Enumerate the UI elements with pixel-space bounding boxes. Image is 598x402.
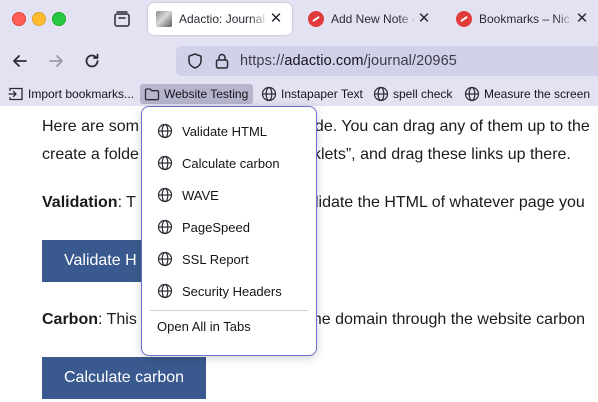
menu-item-label: Validate HTML [182, 123, 268, 139]
bookmark-label: Instapaper Text [281, 87, 363, 101]
bookmark-import[interactable]: Import bookmarks... [8, 84, 134, 104]
menu-item-ssl-report[interactable]: SSL Report [142, 245, 316, 273]
website-testing-folder-menu: Validate HTML Calculate carbon WAVE Page… [141, 106, 317, 356]
bookmark-folder-website-testing[interactable]: Website Testing [140, 84, 254, 104]
close-tab-icon[interactable]: ✕ [574, 11, 590, 27]
bookmark-measure-the-screen[interactable]: Measure the screen [464, 84, 590, 104]
globe-icon [464, 86, 480, 102]
menu-item-label: SSL Report [182, 251, 249, 267]
globe-icon [373, 86, 389, 102]
tab-add-new-note[interactable]: Add New Note ‹ N ✕ [300, 3, 440, 35]
bookmark-label: spell check [393, 87, 453, 101]
lock-icon[interactable] [214, 52, 230, 70]
validation-label: Validation [42, 194, 118, 211]
text-fragment: lidate the HTML of whatever page you [314, 194, 585, 211]
tab-title: Add New Note ‹ N [331, 12, 416, 26]
url-scheme: https:// [240, 53, 285, 69]
back-arrow-icon [13, 55, 27, 67]
forward-button[interactable] [46, 51, 66, 71]
photo-favicon-icon [156, 11, 172, 27]
tab-overview-icon[interactable] [112, 9, 132, 29]
menu-item-security-headers[interactable]: Security Headers [142, 277, 316, 305]
text-fragment: Here are som [42, 118, 139, 135]
menu-item-label: PageSpeed [182, 219, 250, 235]
url-host: adactio.com [284, 53, 364, 69]
carbon-label: Carbon [42, 311, 98, 328]
tab-title: Adactio: Journal— [179, 12, 268, 26]
close-window-button[interactable] [12, 12, 26, 26]
menu-separator [150, 310, 308, 311]
bookmark-instapaper-text[interactable]: Instapaper Text [261, 84, 363, 104]
zoom-window-button[interactable] [52, 12, 66, 26]
tab-bookmarks[interactable]: Bookmarks – Nic ✕ [448, 3, 598, 35]
text-fragment: he domain through the website carbon [312, 311, 586, 328]
text-fragment: klets”, and drag these links up there. [312, 146, 571, 163]
menu-item-validate-html[interactable]: Validate HTML [142, 117, 316, 145]
button-label: Calculate carbon [64, 369, 185, 386]
close-tab-icon[interactable]: ✕ [268, 11, 284, 27]
globe-icon [157, 155, 173, 171]
bookmark-label: Website Testing [164, 87, 249, 101]
red-favicon-icon [308, 11, 324, 27]
button-label: Validate H [64, 252, 137, 269]
text-fragment: de. You can drag any of them up to the [314, 118, 590, 135]
menu-item-calculate-carbon[interactable]: Calculate carbon [142, 149, 316, 177]
menu-item-wave[interactable]: WAVE [142, 181, 316, 209]
globe-icon [157, 123, 173, 139]
close-tab-icon[interactable]: ✕ [416, 11, 432, 27]
menu-item-label: Security Headers [182, 283, 282, 299]
globe-icon [157, 219, 173, 235]
menu-item-pagespeed[interactable]: PageSpeed [142, 213, 316, 241]
globe-icon [157, 251, 173, 267]
tracking-protection-shield-icon[interactable] [186, 52, 204, 70]
bookmark-label: Measure the screen [484, 87, 591, 101]
folder-icon [144, 88, 160, 101]
url-text[interactable]: https://adactio.com/journal/20965 [240, 53, 457, 69]
minimize-window-button[interactable] [32, 12, 46, 26]
tab-adactio-journal[interactable]: Adactio: Journal— ✕ [148, 3, 292, 35]
url-path: /journal/20965 [363, 53, 457, 69]
text-fragment: : This [98, 311, 137, 328]
reload-button[interactable] [82, 51, 102, 71]
calculate-carbon-page-button[interactable]: Calculate carbon [42, 357, 207, 399]
bookmark-label: Import bookmarks... [28, 87, 135, 101]
text-fragment: create a folde [42, 146, 139, 163]
menu-item-open-all-in-tabs[interactable]: Open All in Tabs [157, 319, 251, 334]
tab-title: Bookmarks – Nic [479, 12, 570, 26]
reload-icon [85, 53, 99, 68]
text-fragment: : T [117, 194, 136, 211]
menu-item-label: WAVE [182, 187, 219, 203]
globe-icon [157, 187, 173, 203]
menu-item-label: Calculate carbon [182, 155, 280, 171]
forward-arrow-icon [49, 55, 63, 67]
globe-icon [261, 86, 277, 102]
back-button[interactable] [10, 51, 30, 71]
import-icon [8, 87, 23, 101]
globe-icon [157, 283, 173, 299]
red-favicon-icon [456, 11, 472, 27]
bookmark-spell-check[interactable]: spell check [373, 84, 452, 104]
